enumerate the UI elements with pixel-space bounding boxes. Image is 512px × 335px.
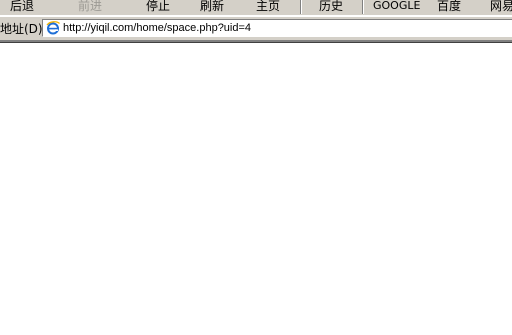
baidu-button[interactable]: 百度 <box>437 0 461 14</box>
address-label: 地址(D) <box>0 22 43 36</box>
netease-button[interactable]: 网易 <box>490 0 512 14</box>
history-button[interactable]: 历史 <box>319 0 343 14</box>
back-button[interactable]: 后退 <box>10 0 34 14</box>
google-button[interactable]: GOOGLE <box>373 0 420 14</box>
home-button[interactable]: 主页 <box>256 0 280 14</box>
toolbar-separator <box>362 0 364 14</box>
page-content-area <box>0 43 512 335</box>
browser-toolbar: 后退 前进 停止 刷新 主页 历史 GOOGLE 百度 网易 <box>0 0 512 15</box>
address-bar: 地址(D) http://yiqil.com/home/space.php?ui… <box>0 16 512 41</box>
ie-page-icon <box>46 21 60 35</box>
toolbar-separator <box>300 0 302 14</box>
refresh-button[interactable]: 刷新 <box>200 0 224 14</box>
forward-button[interactable]: 前进 <box>78 0 102 14</box>
address-input[interactable]: http://yiqil.com/home/space.php?uid=4 <box>42 19 512 37</box>
stop-button[interactable]: 停止 <box>146 0 170 14</box>
url-text: http://yiqil.com/home/space.php?uid=4 <box>63 22 252 34</box>
